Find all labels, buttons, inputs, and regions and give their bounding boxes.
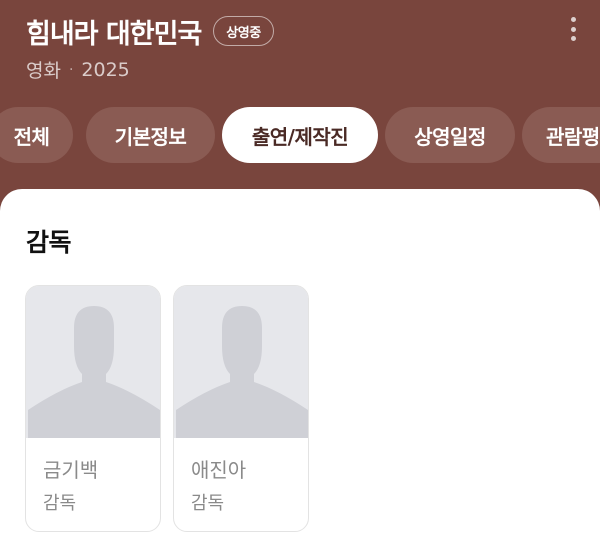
person-card[interactable]: 애진아 감독 <box>173 285 309 532</box>
tab-all[interactable]: 전체 <box>0 107 73 163</box>
person-silhouette-icon <box>174 286 308 438</box>
tab-schedule[interactable]: 상영일정 <box>385 107 515 163</box>
movie-detail-page: 힘내라 대한민국 상영중 영화 · 2025 전체 기본정보 출연/제작진 상영… <box>0 0 600 549</box>
tab-reviews[interactable]: 관람평 <box>522 107 600 163</box>
tab-cast-crew[interactable]: 출연/제작진 <box>222 107 378 163</box>
person-name: 금기백 <box>43 458 99 482</box>
status-badge: 상영중 <box>213 16 274 46</box>
more-dot <box>570 17 576 22</box>
more-dot <box>570 26 576 32</box>
genre-label: 영화 <box>26 60 61 82</box>
person-role: 감독 <box>43 493 77 514</box>
person-photo-placeholder <box>26 286 160 438</box>
person-name: 애진아 <box>191 458 247 482</box>
person-card[interactable]: 금기백 감독 <box>25 285 161 532</box>
movie-title: 힘내라 대한민국 <box>26 18 202 50</box>
year-label: 2025 <box>81 58 130 81</box>
person-silhouette-icon <box>26 286 160 438</box>
movie-header: 힘내라 대한민국 상영중 영화 · 2025 <box>26 12 600 92</box>
more-dot <box>570 36 576 41</box>
person-role: 감독 <box>191 493 225 514</box>
cast-crew-card: 감독 금기백 감독 애진아 감독 <box>0 189 600 549</box>
meta-separator: · <box>68 61 74 78</box>
movie-meta: 영화 · 2025 <box>26 56 600 83</box>
more-vertical-icon[interactable] <box>562 14 584 44</box>
person-photo-placeholder <box>174 286 308 438</box>
tab-basic-info[interactable]: 기본정보 <box>86 107 215 163</box>
section-title-director: 감독 <box>26 228 72 257</box>
title-row: 힘내라 대한민국 상영중 <box>26 12 600 50</box>
tab-bar: 전체 기본정보 출연/제작진 상영일정 관람평 <box>0 107 600 165</box>
